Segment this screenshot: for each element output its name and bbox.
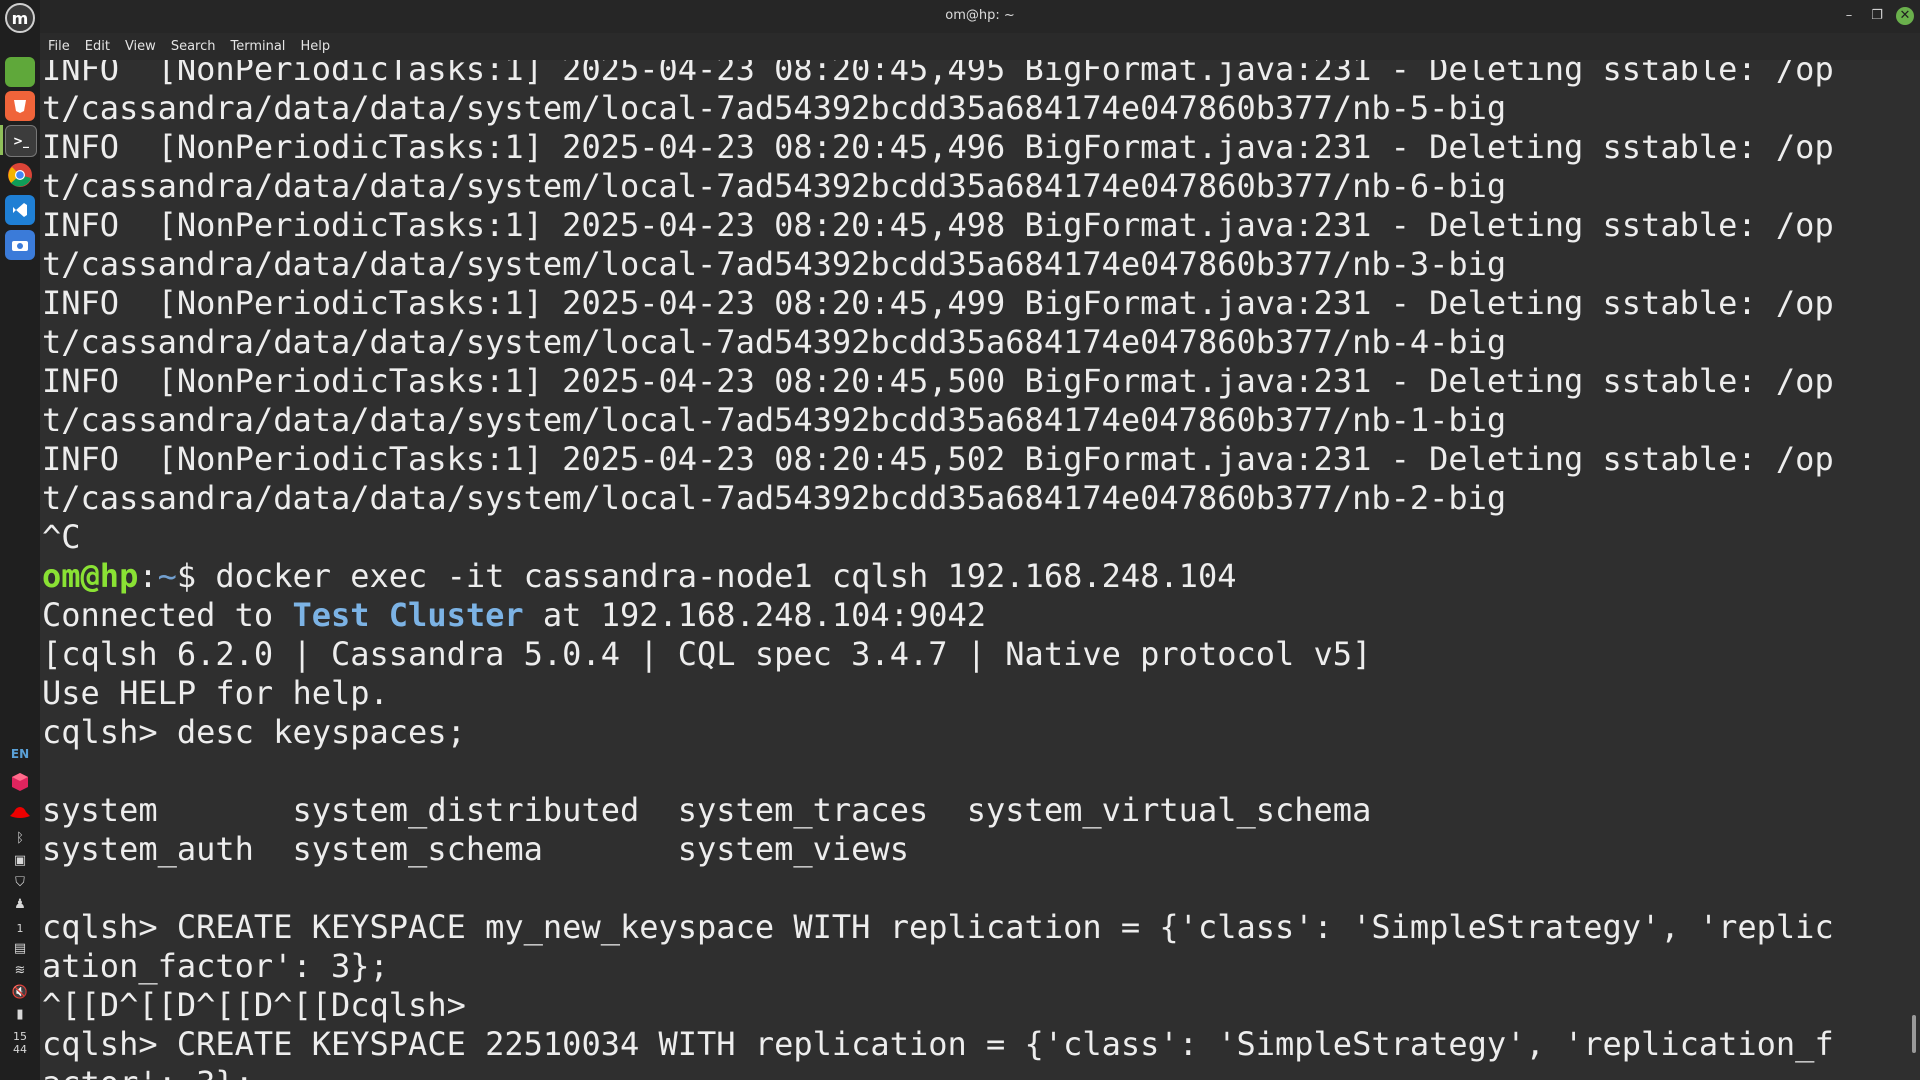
terminal-text: ~ bbox=[157, 557, 177, 595]
keyboard-layout-indicator[interactable]: EN bbox=[0, 747, 40, 761]
terminal-line: Connected to Test Cluster at 192.168.248… bbox=[42, 596, 1912, 635]
scrollbar-thumb[interactable] bbox=[1912, 1015, 1916, 1053]
terminal-line: INFO [NonPeriodicTasks:1] 2025-04-23 08:… bbox=[42, 128, 1912, 167]
window-title: om@hp: ~ bbox=[945, 8, 1015, 23]
terminal-text: t/cassandra/data/data/system/local-7ad54… bbox=[42, 167, 1507, 205]
files-icon[interactable] bbox=[5, 57, 35, 87]
terminal-line: ^C bbox=[42, 518, 1912, 557]
menu-glyph: m bbox=[11, 8, 29, 28]
terminal-text: cqlsh> CREATE KEYSPACE my_new_keyspace W… bbox=[42, 908, 1834, 946]
terminal-text: t/cassandra/data/data/system/local-7ad54… bbox=[42, 401, 1507, 439]
menu-bar: File Edit View Search Terminal Help bbox=[40, 33, 1920, 60]
terminal-line: actor': 3}; bbox=[42, 1064, 1912, 1080]
bluetooth-icon[interactable]: ᛒ bbox=[0, 832, 40, 846]
terminal-line: INFO [NonPeriodicTasks:1] 2025-04-23 08:… bbox=[42, 362, 1912, 401]
terminal-line: t/cassandra/data/data/system/local-7ad54… bbox=[42, 167, 1912, 206]
terminal-text: ^[[D^[[D^[[D^[[Dcqlsh> bbox=[42, 986, 466, 1024]
terminal-text: system system_distributed system_traces … bbox=[42, 791, 1372, 829]
terminal-text: INFO [NonPeriodicTasks:1] 2025-04-23 08:… bbox=[42, 128, 1834, 166]
terminal-line: Use HELP for help. bbox=[42, 674, 1912, 713]
brave-browser-icon[interactable] bbox=[5, 91, 35, 121]
package-cube-icon[interactable] bbox=[0, 772, 40, 796]
notes-icon[interactable]: ▤ bbox=[0, 942, 40, 956]
terminal-line: cqlsh> CREATE KEYSPACE my_new_keyspace W… bbox=[42, 908, 1912, 947]
terminal-text: om@hp bbox=[42, 557, 139, 595]
terminal-text: : bbox=[138, 557, 158, 595]
terminal-text: ation_factor': 3}; bbox=[42, 947, 389, 985]
terminal-line: cqlsh> desc keyspaces; bbox=[42, 713, 1912, 752]
terminal-text: t/cassandra/data/data/system/local-7ad54… bbox=[42, 479, 1507, 517]
terminal-lines: INFO [NonPeriodicTasks:1] 2025-04-23 08:… bbox=[42, 60, 1912, 1080]
terminal-line: INFO [NonPeriodicTasks:1] 2025-04-23 08:… bbox=[42, 60, 1912, 89]
clipboard-icon[interactable]: ▣ bbox=[0, 854, 40, 868]
wifi-icon[interactable]: ≋ bbox=[0, 964, 40, 978]
window-titlebar[interactable]: om@hp: ~ – ❐ ✕ bbox=[40, 0, 1920, 33]
terminal-text: Test Cluster bbox=[292, 596, 524, 634]
menu-edit[interactable]: Edit bbox=[85, 39, 110, 54]
battery-icon[interactable]: ▮ bbox=[0, 1008, 40, 1022]
workspace-indicator[interactable]: 1 bbox=[0, 922, 40, 936]
terminal-text: INFO [NonPeriodicTasks:1] 2025-04-23 08:… bbox=[42, 362, 1834, 400]
terminal-line: t/cassandra/data/data/system/local-7ad54… bbox=[42, 89, 1912, 128]
maximize-button[interactable]: ❐ bbox=[1868, 7, 1886, 25]
terminal-text: [cqlsh 6.2.0 | Cassandra 5.0.4 | CQL spe… bbox=[42, 635, 1372, 673]
terminal-line: t/cassandra/data/data/system/local-7ad54… bbox=[42, 479, 1912, 518]
terminal-output[interactable]: INFO [NonPeriodicTasks:1] 2025-04-23 08:… bbox=[40, 60, 1920, 1080]
volume-muted-icon[interactable]: 🔇 bbox=[0, 986, 40, 1000]
terminal-line: ^[[D^[[D^[[D^[[Dcqlsh> bbox=[42, 986, 1912, 1025]
terminal-line: system_auth system_schema system_views bbox=[42, 830, 1912, 869]
terminal-text: INFO [NonPeriodicTasks:1] 2025-04-23 08:… bbox=[42, 440, 1834, 478]
terminal-icon[interactable]: >_ bbox=[5, 125, 37, 157]
menu-file[interactable]: File bbox=[48, 39, 70, 54]
terminal-text: INFO [NonPeriodicTasks:1] 2025-04-23 08:… bbox=[42, 60, 1834, 88]
terminal-line: [cqlsh 6.2.0 | Cassandra 5.0.4 | CQL spe… bbox=[42, 635, 1912, 674]
terminal-text: cqlsh> desc keyspaces; bbox=[42, 713, 466, 751]
menu-search[interactable]: Search bbox=[171, 39, 216, 54]
terminal-line: system system_distributed system_traces … bbox=[42, 791, 1912, 830]
chrome-icon[interactable] bbox=[5, 160, 35, 190]
terminal-line: ation_factor': 3}; bbox=[42, 947, 1912, 986]
screenshot-camera-icon[interactable] bbox=[5, 230, 35, 260]
terminal-text: t/cassandra/data/data/system/local-7ad54… bbox=[42, 323, 1507, 361]
shield-icon[interactable]: ⛉ bbox=[0, 876, 40, 890]
terminal-text: $ docker exec -it cassandra-node1 cqlsh … bbox=[176, 557, 1237, 595]
terminal-line: cqlsh> CREATE KEYSPACE 22510034 WITH rep… bbox=[42, 1025, 1912, 1064]
terminal-line: INFO [NonPeriodicTasks:1] 2025-04-23 08:… bbox=[42, 440, 1912, 479]
clock[interactable]: 15 44 bbox=[0, 1030, 40, 1056]
terminal-line: t/cassandra/data/data/system/local-7ad54… bbox=[42, 245, 1912, 284]
terminal-line: INFO [NonPeriodicTasks:1] 2025-04-23 08:… bbox=[42, 284, 1912, 323]
menu-view[interactable]: View bbox=[125, 39, 156, 54]
terminal-text: cqlsh> CREATE KEYSPACE 22510034 WITH rep… bbox=[42, 1025, 1834, 1063]
menu-help[interactable]: Help bbox=[300, 39, 330, 54]
close-button[interactable]: ✕ bbox=[1896, 7, 1914, 25]
redhat-icon[interactable] bbox=[0, 806, 40, 822]
minimize-button[interactable]: – bbox=[1840, 7, 1858, 25]
menu-terminal[interactable]: Terminal bbox=[230, 39, 285, 54]
terminal-line: t/cassandra/data/data/system/local-7ad54… bbox=[42, 401, 1912, 440]
terminal-text: INFO [NonPeriodicTasks:1] 2025-04-23 08:… bbox=[42, 284, 1834, 322]
terminal-line: INFO [NonPeriodicTasks:1] 2025-04-23 08:… bbox=[42, 206, 1912, 245]
terminal-text: Use HELP for help. bbox=[42, 674, 389, 712]
terminal-text: Connected to bbox=[42, 596, 293, 634]
notification-icon[interactable]: ♟ bbox=[0, 898, 40, 912]
mint-menu-icon[interactable]: m bbox=[5, 3, 35, 33]
vscode-icon[interactable] bbox=[5, 195, 35, 225]
clock-hour: 15 bbox=[13, 1030, 27, 1043]
terminal-text: ^C bbox=[42, 518, 81, 556]
system-panel: m >_ EN ᛒ ▣ ⛉ ♟ 1 ▤ ≋ 🔇 ▮ 15 44 bbox=[0, 0, 41, 1080]
active-window-indicator bbox=[0, 125, 3, 155]
terminal-line: om@hp:~$ docker exec -it cassandra-node1… bbox=[42, 557, 1912, 596]
clock-minute: 44 bbox=[13, 1043, 27, 1056]
terminal-text: t/cassandra/data/data/system/local-7ad54… bbox=[42, 245, 1507, 283]
terminal-text: INFO [NonPeriodicTasks:1] 2025-04-23 08:… bbox=[42, 206, 1834, 244]
terminal-text: system_auth system_schema system_views bbox=[42, 830, 909, 868]
terminal-line: t/cassandra/data/data/system/local-7ad54… bbox=[42, 323, 1912, 362]
terminal-text: t/cassandra/data/data/system/local-7ad54… bbox=[42, 89, 1507, 127]
terminal-text: at 192.168.248.104:9042 bbox=[523, 596, 987, 634]
terminal-text: actor': 3}; bbox=[42, 1064, 254, 1080]
